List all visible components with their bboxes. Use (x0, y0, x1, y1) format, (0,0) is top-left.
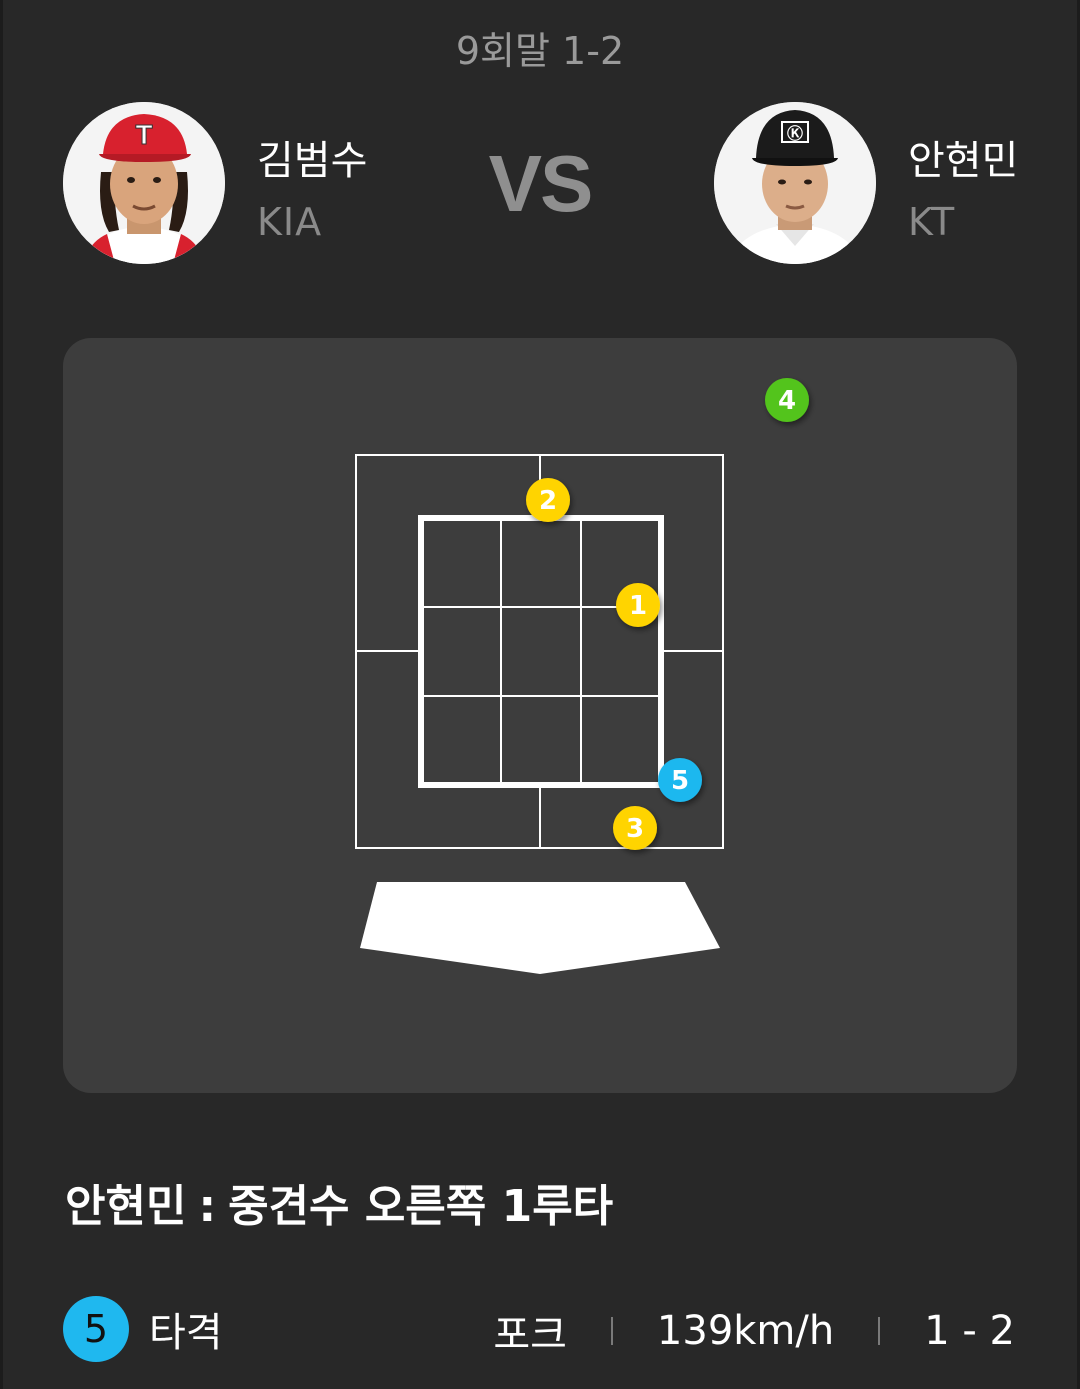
pitch-result-label: 타격 (149, 1310, 223, 1356)
batter-name: 안현민 (908, 138, 1019, 184)
game-pitch-card: 9회말 1-2 T 김범수 KIA VS Ⓚ 안현민 KT 1 2 3 4 5 … (3, 0, 1077, 1389)
player-photo-kt-icon: Ⓚ (714, 102, 876, 264)
pitch-info: 포크 139km/h 1 - 2 (493, 1302, 1015, 1360)
batter-team: KT (908, 200, 956, 244)
strike-zone-panel: 1 2 3 4 5 (63, 338, 1017, 1093)
pitch-marker-number: 4 (778, 386, 796, 416)
result-description: 중견수 오른쪽 1루타 (228, 1181, 614, 1232)
strike-zone-chart: 1 2 3 4 5 (355, 378, 809, 974)
inning-score: 9회말 1-2 (455, 29, 625, 73)
pitch-marker-2[interactable]: 2 (526, 478, 570, 522)
play-result: 안현민: 중견수 오른쪽 1루타 (65, 1170, 613, 1234)
home-plate-icon (360, 882, 720, 974)
cap-logo: Ⓚ (787, 124, 803, 143)
divider (878, 1317, 881, 1345)
pitch-marker-5[interactable]: 5 (658, 758, 702, 802)
pitch-speed: 139km/h (656, 1308, 835, 1354)
pitch-count: 1 - 2 (924, 1308, 1015, 1354)
pitch-marker-3[interactable]: 3 (613, 806, 657, 850)
inner-strike-zone (418, 515, 664, 788)
result-batter: 안현민 (65, 1181, 187, 1232)
pitch-marker-number: 3 (626, 814, 644, 844)
pitch-type: 포크 (493, 1312, 567, 1358)
pitch-marker-number: 1 (629, 591, 647, 621)
pitch-number-badge: 5 (63, 1296, 129, 1362)
result-separator: : (198, 1181, 217, 1232)
pitch-marker-4[interactable]: 4 (765, 378, 809, 422)
batter-avatar[interactable]: Ⓚ (714, 102, 876, 264)
pitch-marker-1[interactable]: 1 (616, 583, 660, 627)
pitch-marker-number: 2 (539, 486, 557, 516)
divider (610, 1317, 613, 1345)
pitch-marker-number: 5 (671, 766, 689, 796)
